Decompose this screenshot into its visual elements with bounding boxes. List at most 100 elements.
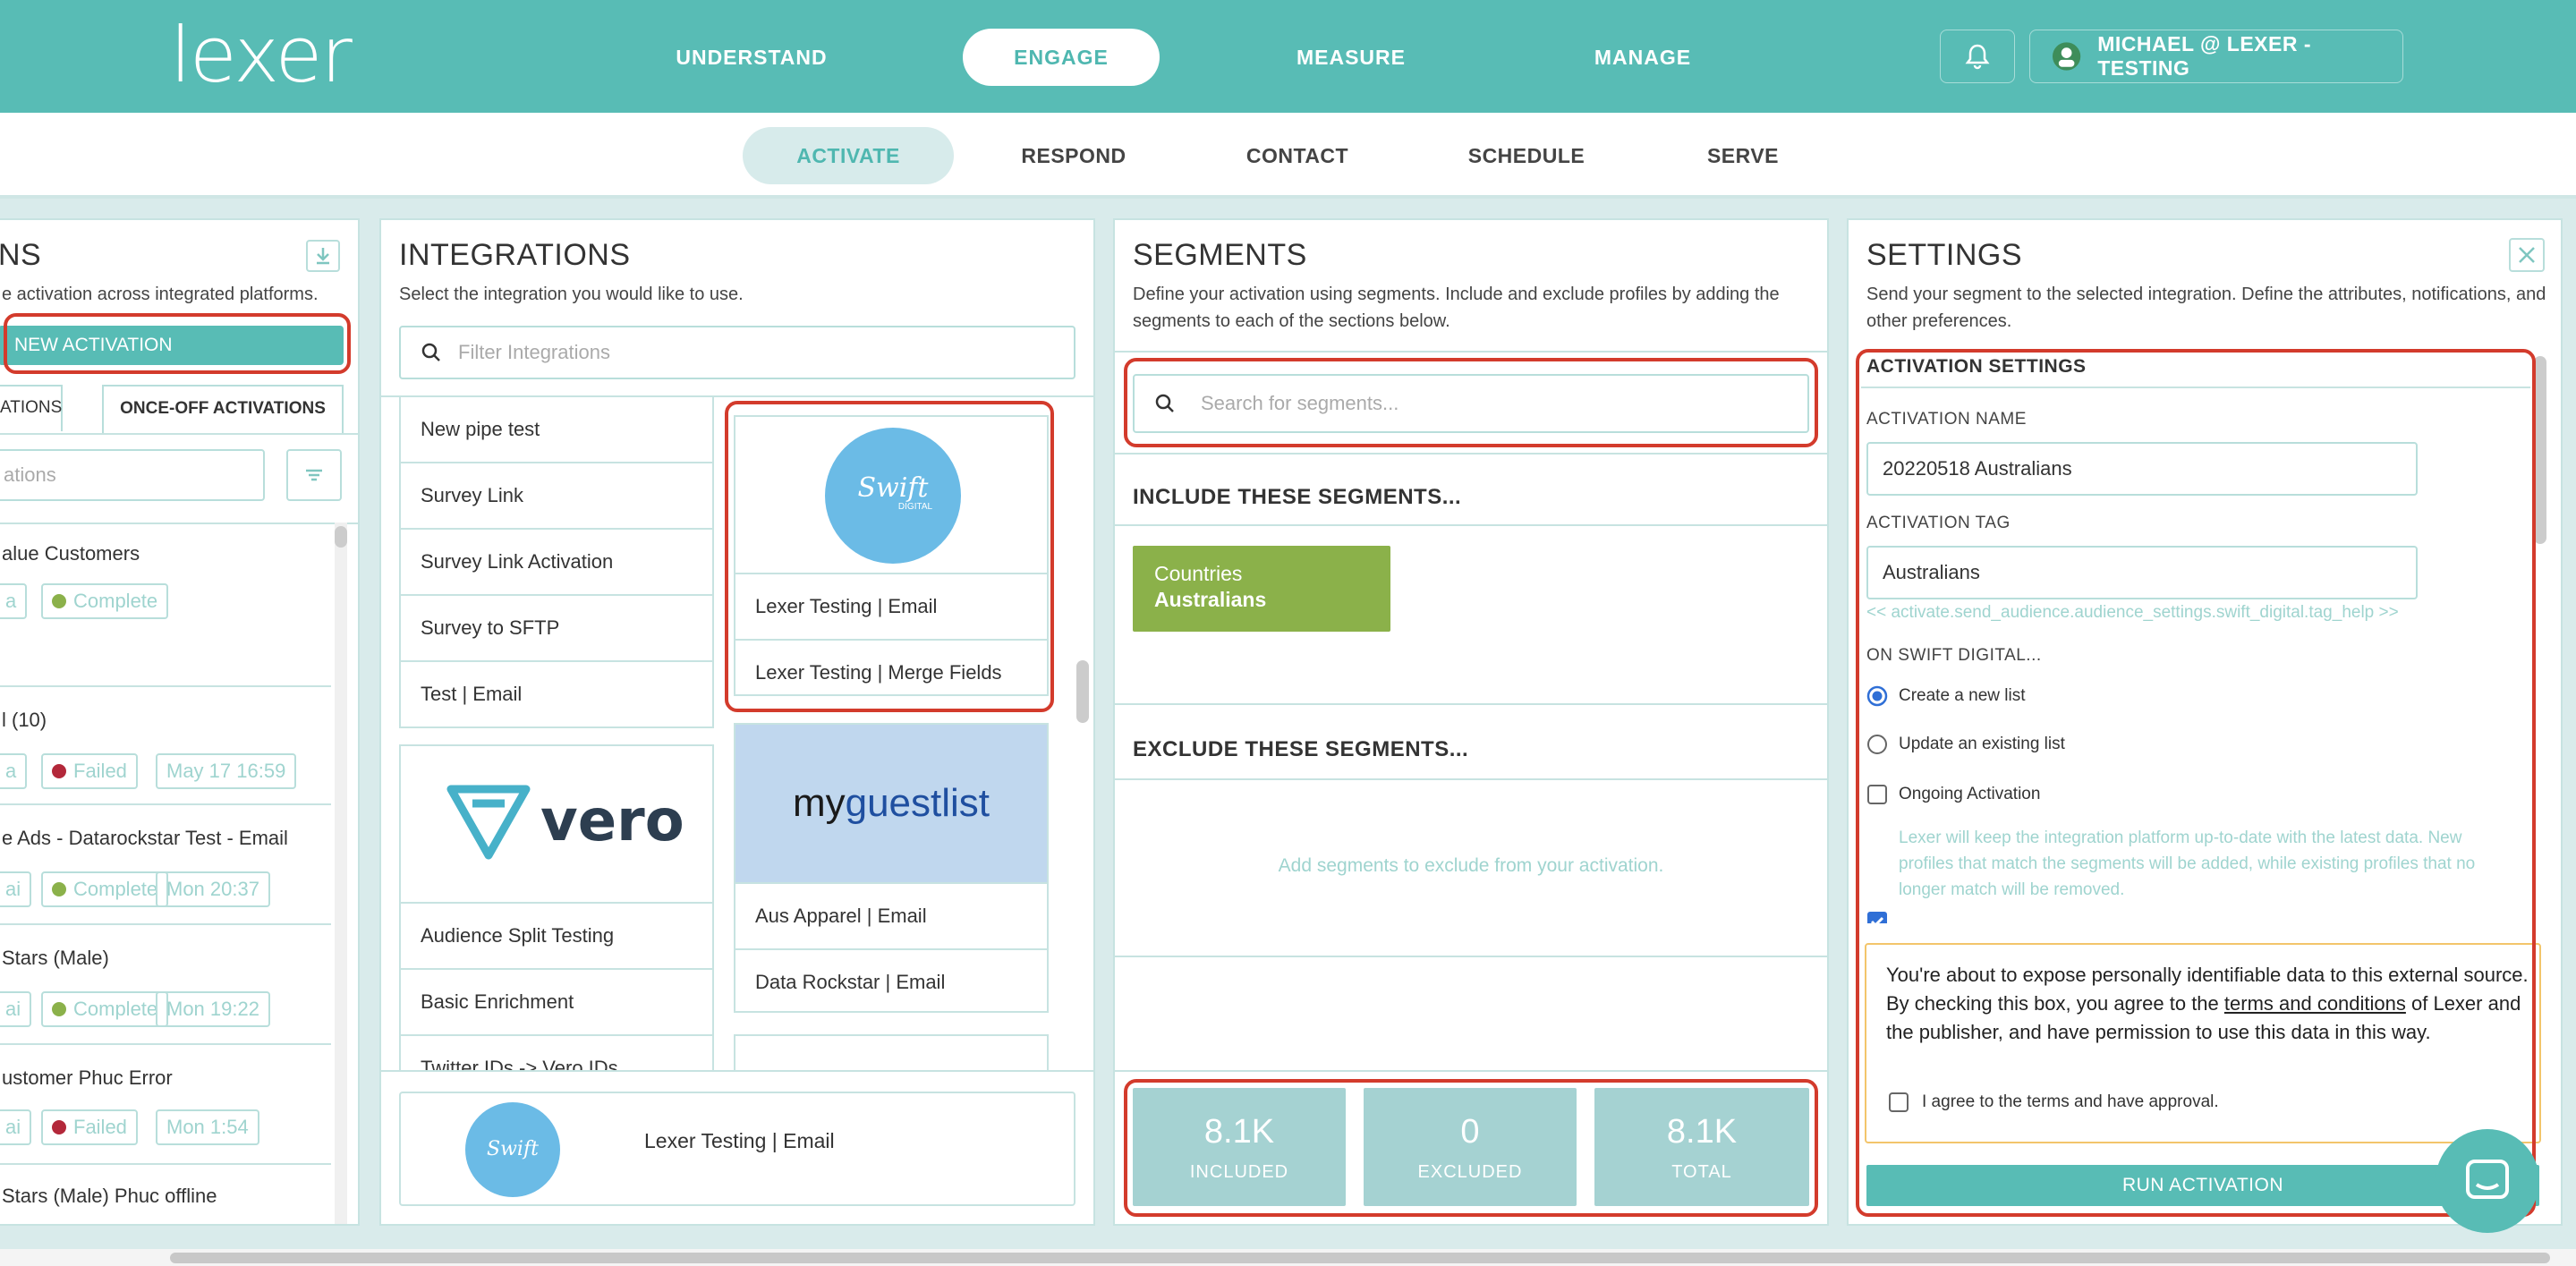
stat-value: 0 [1460,1113,1480,1151]
vero-integration-card[interactable]: vero Audience Split Testing Basic Enrich… [399,744,714,1070]
lexer-logo[interactable]: lexer [170,17,353,94]
user-account-button[interactable]: MICHAEL @ LEXER - TESTING [2029,30,2403,83]
vero-logo: vero [446,782,684,861]
activation-tag-input[interactable]: Australians [1866,546,2418,599]
checkbox-checked-icon [1867,912,1887,923]
date-badge: Mon 1:54 [156,1109,259,1145]
filter-integrations-input[interactable]: Filter Integrations [399,326,1075,379]
segments-divider [1113,778,1829,780]
integration-item[interactable]: Test | Email [399,662,714,728]
radio-selected-icon [1866,685,1888,707]
top-navigation-bar: lexer UNDERSTAND ENGAGE MEASURE MANAGE M… [0,0,2576,113]
swift-digital-integration-card[interactable]: Swift DIGITAL Lexer Testing | Email Lexe… [734,415,1049,696]
complete-dot-icon [52,882,66,896]
tab-serve[interactable]: SERVE [1662,127,1824,184]
tab-ongoing-activations[interactable]: ATIONS [0,385,63,431]
agree-terms-checkbox[interactable]: I agree to the terms and have approval. [1888,1092,2219,1113]
activation-name-input[interactable]: 20220518 Australians [1866,442,2418,496]
tabs-divider [0,433,358,435]
segment-category: Countries [1154,562,1243,585]
swift-digital-logo-small: Swift [465,1102,560,1197]
integration-item[interactable]: Survey Link [399,463,714,530]
integration-item[interactable]: Survey Link Activation [399,530,714,596]
nav-manage[interactable]: MANAGE [1553,29,1732,86]
download-icon [317,248,329,265]
stat-included: 8.1K INCLUDED [1133,1088,1346,1206]
list-divider [0,923,331,925]
integration-item[interactable]: New pipe test [399,397,714,463]
activation-name[interactable]: e Ads - Datarockstar Test - Email [2,827,288,850]
ongoing-activation-checkbox[interactable]: Ongoing Activation [1866,784,2040,805]
stat-value: 8.1K [1203,1113,1275,1151]
date-badge: Mon 19:22 [156,991,270,1027]
integration-option[interactable]: Data Rockstar | Email [735,948,1047,1015]
search-icon [1155,394,1174,412]
terms-link[interactable]: terms and conditions [2224,992,2406,1015]
activation-name[interactable]: Stars (Male) Phuc offline [2,1185,217,1208]
selected-integration: Swift Lexer Testing | Email [399,1092,1075,1206]
settings-scrollbar[interactable] [2534,356,2548,929]
close-button[interactable] [2509,238,2545,272]
segment-value: Australians [1154,588,1267,611]
segments-divider [1113,1070,1829,1072]
new-activation-button[interactable]: NEW ACTIVATION [0,326,344,365]
date-badge: Mon 20:37 [156,871,270,907]
scrollbar-thumb[interactable] [170,1253,2550,1263]
selected-integration-label: Lexer Testing | Email [644,1129,835,1152]
panel-description: e activation across integrated platforms… [2,285,319,304]
panel-title: NS [0,238,42,272]
close-icon [2519,247,2535,263]
activation-name-label: ACTIVATION NAME [1866,410,2027,429]
activation-prefix: ai [0,871,32,907]
activation-name[interactable]: Stars (Male) [2,947,109,970]
partial-checkbox[interactable] [1866,911,1892,923]
integration-option[interactable]: Audience Split Testing [401,902,712,968]
checkbox-unchecked-icon [1867,785,1887,804]
search-segments-input[interactable]: Search for segments... [1133,374,1809,433]
search-placeholder: ations [4,463,56,486]
sub-navigation-bar: ACTIVATE RESPOND CONTACT SCHEDULE SERVE [0,113,2576,199]
nav-understand[interactable]: UNDERSTAND [662,29,841,86]
tab-respond[interactable]: RESPOND [993,127,1154,184]
integration-option[interactable]: Twitter IDs -> Vero IDs [401,1034,712,1070]
search-placeholder: Filter Integrations [458,341,610,363]
filter-button[interactable] [286,449,342,501]
segments-divider [1113,703,1829,705]
tab-schedule[interactable]: SCHEDULE [1446,127,1607,184]
search-activations-input[interactable]: ations [0,449,265,501]
activations-panel: NS e activation across integrated platfo… [0,218,360,1226]
nav-engage[interactable]: ENGAGE [963,29,1160,86]
activation-name[interactable]: ustomer Phuc Error [2,1066,173,1090]
integrations-scrollbar[interactable] [1074,397,1092,1070]
tab-once-off-activations[interactable]: ONCE-OFF ACTIVATIONS [102,385,344,435]
integrations-scroll-area: New pipe test Survey Link Survey Link Ac… [379,397,1095,1070]
myguestlist-integration-card[interactable]: myguestlist Aus Apparel | Email Data Roc… [734,723,1049,1013]
integration-item[interactable]: Survey to SFTP [399,596,714,662]
myguestlist-logo: myguestlist [735,725,1047,882]
download-button[interactable] [306,240,340,272]
chat-icon [2466,1160,2509,1199]
activation-name[interactable]: l (10) [2,709,47,732]
chat-launcher-button[interactable] [2436,1129,2539,1233]
segment-chip-australians[interactable]: Countries Australians [1133,546,1390,632]
activations-scrollbar[interactable] [335,523,347,1224]
activation-prefix: a [0,583,28,619]
bell-icon [1965,44,1990,70]
tab-contact[interactable]: CONTACT [1217,127,1378,184]
integration-option[interactable]: Lexer Testing | Email [735,573,1047,639]
integration-option[interactable]: Basic Enrichment [401,968,712,1034]
integration-option[interactable]: Lexer Testing | Merge Fields [735,639,1047,705]
nav-measure[interactable]: MEASURE [1262,29,1441,86]
radio-create-list[interactable]: Create a new list [1866,685,2026,707]
integration-option[interactable]: Aus Apparel | Email [735,882,1047,948]
activation-name[interactable]: alue Customers [2,542,140,565]
list-divider [0,1163,331,1165]
activation-prefix: ai [0,991,32,1027]
tab-activate[interactable]: ACTIVATE [743,127,954,184]
settings-divider [1861,387,2530,388]
failed-dot-icon [52,1120,66,1134]
integration-card[interactable] [734,1034,1049,1070]
page-horizontal-scrollbar[interactable] [0,1249,2576,1266]
notifications-button[interactable] [1940,30,2015,83]
radio-update-list[interactable]: Update an existing list [1866,734,2065,755]
